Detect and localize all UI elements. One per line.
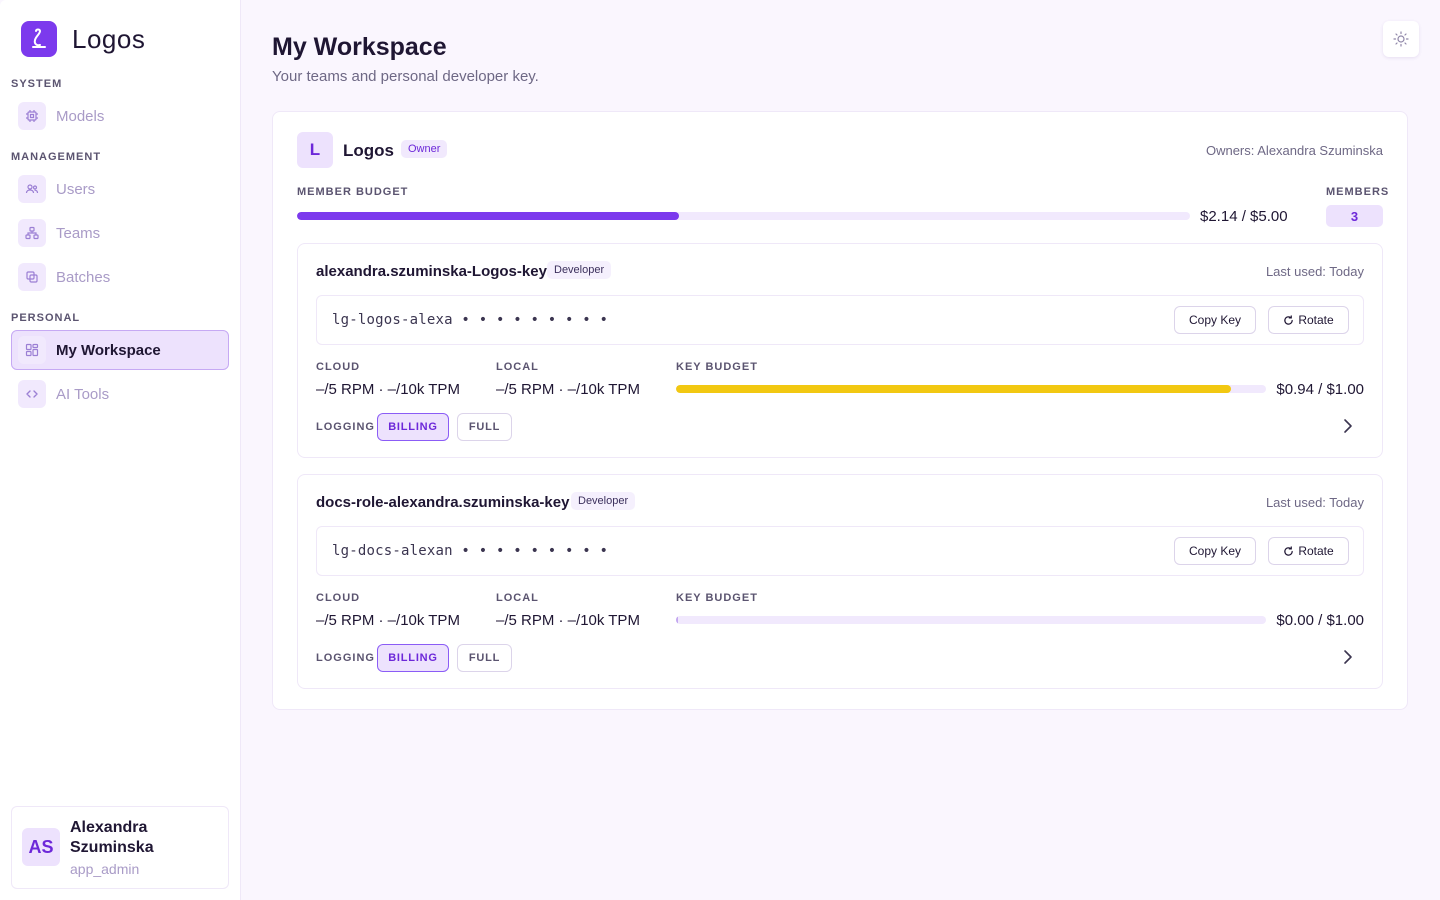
- member-budget-label: MEMBER BUDGET: [297, 186, 409, 198]
- members-count: 3: [1326, 205, 1383, 227]
- key-value-box: lg-docs-alexan • • • • • • • • • Copy Ke…: [316, 526, 1364, 576]
- sidebar-item-label: AI Tools: [56, 385, 110, 403]
- team-avatar: L: [297, 132, 333, 168]
- chevron-right-icon[interactable]: [1338, 416, 1358, 436]
- rotate-icon: [1284, 314, 1294, 325]
- sidebar-item-label: Users: [56, 180, 96, 198]
- user-name: Alexandra Szuminska: [70, 819, 154, 856]
- chevron-right-icon[interactable]: [1338, 647, 1358, 667]
- cloud-label: CLOUD: [316, 592, 361, 604]
- rotate-label: Rotate: [1298, 313, 1334, 327]
- section-label-personal: PERSONAL: [11, 312, 81, 324]
- sidebar-item-teams[interactable]: Teams: [11, 213, 229, 253]
- user-role: app_admin: [70, 861, 140, 877]
- copy-key-button[interactable]: Copy Key: [1174, 537, 1256, 565]
- logos-logo-icon: [21, 21, 57, 57]
- logging-full-button[interactable]: FULL: [457, 413, 512, 441]
- sidebar-item-users[interactable]: Users: [11, 169, 229, 209]
- logging-billing-button[interactable]: BILLING: [377, 644, 449, 672]
- page-title: My Workspace: [272, 33, 447, 61]
- rotate-button[interactable]: Rotate: [1268, 537, 1349, 565]
- sidebar-item-label: My Workspace: [56, 341, 161, 359]
- logging-label: LOGGING: [316, 421, 375, 433]
- sidebar-item-batches[interactable]: Batches: [11, 257, 229, 297]
- key-value-box: lg-logos-alexa • • • • • • • • • Copy Ke…: [316, 295, 1364, 345]
- members-label: MEMBERS: [1326, 186, 1390, 198]
- brand-name: Logos: [72, 23, 146, 54]
- sun-icon: [1393, 31, 1409, 47]
- sidebar-item-my-workspace[interactable]: My Workspace: [11, 330, 229, 370]
- cpu-icon: [18, 102, 46, 130]
- batches-icon: [18, 263, 46, 291]
- cloud-label: CLOUD: [316, 361, 361, 373]
- sidebar-item-label: Models: [56, 107, 105, 125]
- key-budget-fill: [676, 385, 1231, 393]
- rotate-button[interactable]: Rotate: [1268, 306, 1349, 334]
- sidebar-item-ai-tools[interactable]: AI Tools: [11, 374, 229, 414]
- key-value: lg-docs-alexan • • • • • • • • •: [332, 543, 609, 559]
- key-budget-fill: [676, 616, 678, 624]
- sidebar: Logos SYSTEM Models MANAGEMENT Users Tea…: [0, 0, 241, 900]
- page-subtitle: Your teams and personal developer key.: [272, 68, 539, 85]
- member-budget-value: $2.14 / $5.00: [1200, 208, 1288, 225]
- local-label: LOCAL: [496, 592, 539, 604]
- local-limits: –/5 RPM · –/10k TPM: [496, 381, 640, 398]
- user-card[interactable]: AS Alexandra Szuminska app_admin: [11, 806, 229, 889]
- key-value: lg-logos-alexa • • • • • • • • •: [332, 312, 609, 328]
- rotate-label: Rotate: [1298, 544, 1334, 558]
- last-used: Last used: Today: [1265, 495, 1364, 510]
- rotate-icon: [1284, 545, 1294, 556]
- cloud-limits: –/5 RPM · –/10k TPM: [316, 381, 460, 398]
- brand[interactable]: Logos: [21, 21, 145, 57]
- key-card: alexandra.szuminska-Logos-key Developer …: [297, 243, 1383, 458]
- team-owners: Owners: Alexandra Szuminska: [1205, 143, 1383, 158]
- avatar: AS: [22, 828, 60, 866]
- logging-billing-button[interactable]: BILLING: [377, 413, 449, 441]
- theme-toggle-button[interactable]: [1383, 21, 1419, 57]
- local-limits: –/5 RPM · –/10k TPM: [496, 612, 640, 629]
- member-budget-fill: [297, 212, 680, 220]
- developer-badge: Developer: [571, 492, 636, 510]
- team-card: L Logos Owner Owners: Alexandra Szuminsk…: [272, 111, 1408, 710]
- key-budget-label: KEY BUDGET: [676, 592, 758, 604]
- logging-full-button[interactable]: FULL: [457, 644, 512, 672]
- users-icon: [18, 175, 46, 203]
- cloud-limits: –/5 RPM · –/10k TPM: [316, 612, 460, 629]
- code-icon: [18, 380, 46, 408]
- copy-key-button[interactable]: Copy Key: [1174, 306, 1256, 334]
- member-budget-bar: [297, 212, 1190, 220]
- key-budget-bar: [676, 385, 1266, 393]
- key-budget-bar: [676, 616, 1266, 624]
- key-budget-value: $0.94 / $1.00: [1276, 381, 1364, 398]
- section-label-system: SYSTEM: [11, 78, 63, 90]
- grid-icon: [18, 336, 46, 364]
- teams-icon: [18, 219, 46, 247]
- sidebar-item-label: Batches: [56, 268, 111, 286]
- team-name: Logos: [343, 141, 394, 160]
- key-budget-value: $0.00 / $1.00: [1276, 612, 1364, 629]
- logging-label: LOGGING: [316, 652, 375, 664]
- last-used: Last used: Today: [1265, 264, 1364, 279]
- developer-badge: Developer: [547, 261, 612, 279]
- section-label-management: MANAGEMENT: [11, 151, 102, 163]
- key-name: alexandra.szuminska-Logos-key: [316, 263, 547, 280]
- key-budget-label: KEY BUDGET: [676, 361, 758, 373]
- sidebar-item-label: Teams: [56, 224, 101, 242]
- key-card: docs-role-alexandra.szuminska-key Develo…: [297, 474, 1383, 689]
- owner-badge: Owner: [401, 140, 448, 158]
- sidebar-item-models[interactable]: Models: [11, 96, 229, 136]
- local-label: LOCAL: [496, 361, 539, 373]
- key-name: docs-role-alexandra.szuminska-key: [316, 494, 570, 511]
